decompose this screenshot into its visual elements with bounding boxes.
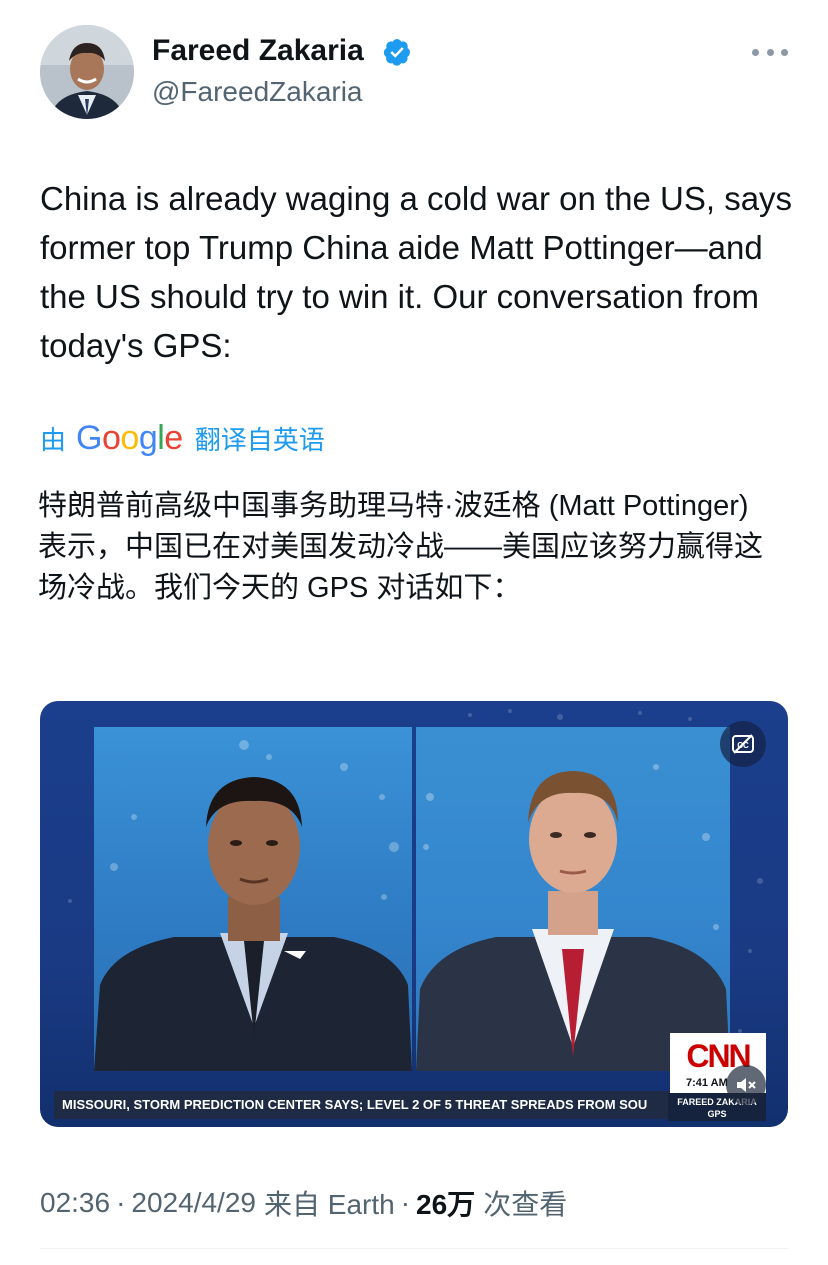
avatar-photo [40,25,134,119]
view-label: 次查看 [483,1189,568,1220]
news-ticker: MISSOURI, STORM PREDICTION CENTER SAYS; … [54,1091,694,1119]
view-count[interactable]: 26万 [416,1183,475,1223]
closed-captions-off-icon[interactable]: CC [720,721,766,767]
tweet-meta: 02:36 · 2024/4/29 来自 Earth · 26万 次查看 [40,1183,567,1223]
translation-attribution[interactable]: 由 Google 翻译自英语 [40,418,325,458]
translation-suffix: 翻译自英语 [194,424,325,455]
avatar[interactable] [40,25,134,119]
show-name-line2: GPS [707,1109,727,1119]
tweet-date[interactable]: 2024/4/29 [131,1187,256,1219]
tweet-time[interactable]: 02:36 [40,1187,110,1219]
google-logo: Google [76,418,183,457]
divider [40,1248,788,1249]
author-display-name[interactable]: Fareed Zakaria [152,34,364,68]
tweet-text: China is already waging a cold war on th… [40,180,793,364]
more-options-icon[interactable] [752,40,788,64]
video-guest-panel [416,727,730,1071]
broadcast-clock: 7:41 AM [686,1077,728,1089]
translation-prefix: 由 [40,424,67,455]
verified-badge-icon [382,37,412,67]
speaker-muted-icon[interactable] [726,1065,766,1105]
video-host-panel [94,727,412,1071]
tweet-source: 来自 Earth [263,1189,395,1220]
author-handle[interactable]: @FareedZakaria [152,76,363,108]
video-player[interactable]: MISSOURI, STORM PREDICTION CENTER SAYS; … [40,701,788,1127]
translated-text: 特朗普前高级中国事务助理马特·波廷格 (Matt Pottinger) 表示，中… [38,490,764,604]
